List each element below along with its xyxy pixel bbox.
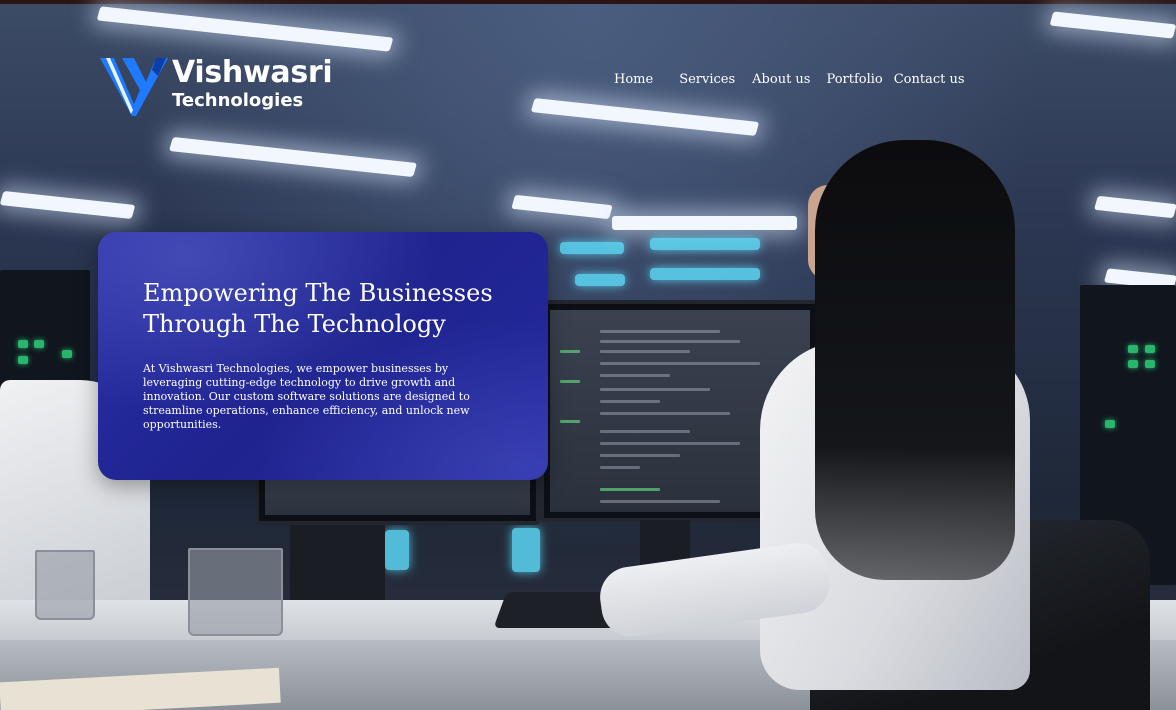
brand-logo[interactable]: Vishwasri Technologies <box>100 55 333 118</box>
pencil-cup <box>35 550 95 620</box>
ceiling-light <box>1049 11 1176 39</box>
top-bar <box>0 0 1176 4</box>
brand-name: Vishwasri <box>172 55 333 90</box>
brand-subtitle: Technologies <box>172 90 304 111</box>
rack-led <box>34 340 44 348</box>
rack-led <box>1145 360 1155 368</box>
rack-light <box>560 242 624 254</box>
hero-card: Empowering The Businesses Through The Te… <box>98 232 548 480</box>
rack-light <box>650 268 760 280</box>
v-logo-icon <box>100 58 168 116</box>
nav-about-us[interactable]: About us <box>752 72 810 87</box>
rack-led <box>18 356 28 364</box>
rack-light <box>512 528 540 572</box>
ceiling-light <box>96 6 394 52</box>
ceiling-light <box>169 136 417 178</box>
pencil-cup <box>188 548 283 636</box>
ceiling-light <box>612 216 797 230</box>
rack-led <box>1105 420 1115 428</box>
rack-led <box>18 340 28 348</box>
ceiling-light <box>511 194 613 220</box>
rack-light <box>385 530 409 570</box>
main-nav: Home Services About us Portfolio Contact… <box>614 72 965 87</box>
rack-light <box>575 274 625 286</box>
hero-description: At Vishwasri Technologies, we empower bu… <box>143 362 470 431</box>
rack-light <box>650 238 760 250</box>
hero-heading: Empowering The Businesses Through The Te… <box>143 279 493 338</box>
nav-portfolio[interactable]: Portfolio <box>826 72 882 87</box>
rack-led <box>62 350 72 358</box>
person-hair <box>815 140 1015 580</box>
ceiling-light <box>0 190 136 220</box>
nav-home[interactable]: Home <box>614 72 653 87</box>
nav-contact-us[interactable]: Contact us <box>894 72 965 87</box>
rack-led <box>1145 345 1155 353</box>
ceiling-light <box>530 98 760 136</box>
rack-led <box>1128 360 1138 368</box>
ceiling-light <box>1094 195 1176 219</box>
nav-services[interactable]: Services <box>679 72 735 87</box>
rack-led <box>1128 345 1138 353</box>
